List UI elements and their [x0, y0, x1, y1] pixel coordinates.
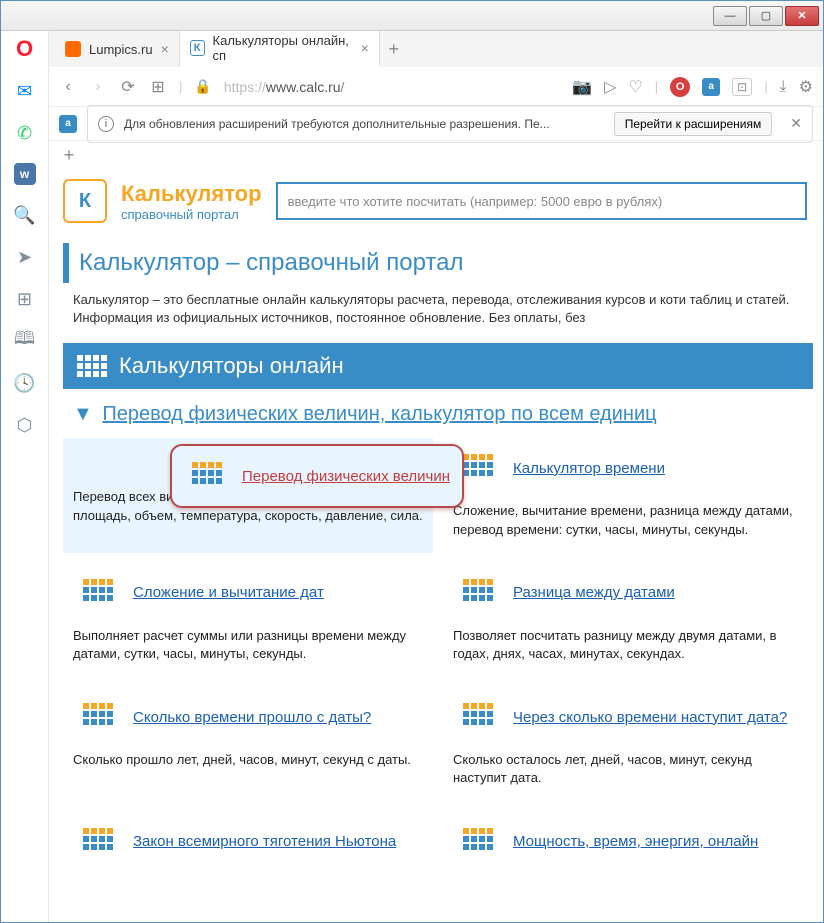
card-grid-icon [73, 571, 123, 615]
site-header: К Калькулятор справочный портал введите … [53, 173, 823, 229]
url-path: / [341, 79, 345, 95]
card: Разница между датами Позволяет посчитать … [443, 563, 813, 677]
vk-icon[interactable]: w [14, 163, 36, 185]
speed-dial-icon[interactable]: ⊞ [149, 77, 167, 97]
logo-subtitle: справочный портал [121, 207, 262, 222]
page-intro-text: Калькулятор – это бесплатные онлайн каль… [53, 291, 823, 337]
notification-text: Для обновления расширений требуются допо… [124, 117, 604, 131]
card: Закон всемирного тяготения Ньютона [63, 812, 433, 890]
tab-calc[interactable]: К Калькуляторы онлайн, сп × [180, 31, 380, 67]
lock-icon[interactable]: 🔒 [194, 78, 211, 95]
card: Сложение и вычитание дат Выполняет расчет… [63, 563, 433, 677]
bookmark-sidebar-icon[interactable]: 🕮 [13, 329, 37, 353]
highlighted-card: Перевод физических величин [170, 444, 464, 508]
info-icon: i [98, 116, 114, 132]
reload-button[interactable]: ⟳ [119, 77, 137, 97]
close-window-button[interactable]: ✕ [785, 6, 819, 26]
notification-bar: i Для обновления расширений требуются до… [87, 105, 813, 143]
notification-close-icon[interactable]: ✕ [790, 115, 802, 132]
site-logo-icon[interactable]: К [63, 179, 107, 223]
back-button[interactable]: ‹ [59, 78, 77, 96]
apps-icon[interactable]: ⊞ [13, 287, 37, 311]
downloads-icon[interactable]: ⤓ [780, 78, 787, 96]
reader-icon[interactable]: ▷ [604, 77, 616, 97]
new-tab-button[interactable]: + [380, 31, 408, 67]
logo-title: Калькулятор [121, 181, 262, 207]
snapshot-icon[interactable]: 📷 [572, 77, 592, 97]
tab-label: Калькуляторы онлайн, сп [213, 33, 353, 63]
card-link-highlighted[interactable]: Перевод физических величин [242, 468, 450, 485]
card-description: Сложение, вычитание времени, разница меж… [453, 502, 803, 538]
send-icon[interactable]: ➤ [13, 245, 37, 269]
card-link[interactable]: Сложение и вычитание дат [133, 584, 324, 601]
section-title: Калькуляторы онлайн [63, 343, 813, 389]
opera-badge-icon[interactable]: O [670, 77, 690, 97]
tab-close-icon[interactable]: × [161, 41, 169, 57]
extension-menu-icon[interactable]: ⊡ [732, 78, 752, 96]
card-link[interactable]: Разница между датами [513, 584, 675, 601]
card: Мощность, время, энергия, онлайн [443, 812, 813, 890]
subsection-heading: ▼ Перевод физических величин, калькулято… [53, 399, 823, 438]
card: Через сколько времени наступит дата? Скол… [443, 687, 813, 801]
section-label: Калькуляторы онлайн [119, 353, 344, 379]
card-grid-icon [453, 820, 503, 864]
toolbar-icons: 📷 ▷ ♡ | O a ⊡ | ⤓ ⚙ [572, 77, 813, 97]
history-icon[interactable]: 🕓 [13, 371, 37, 395]
page-content: К Калькулятор справочный портал введите … [49, 169, 823, 922]
tab-bar: Lumpics.ru × К Калькуляторы онлайн, сп ×… [49, 31, 823, 67]
messenger-icon[interactable]: ✉ [13, 79, 37, 103]
search-sidebar-icon[interactable]: 🔍 [13, 203, 37, 227]
card-grid-icon [73, 695, 123, 739]
card-grid-icon [453, 571, 503, 615]
easy-setup-icon[interactable]: ⚙ [799, 77, 813, 97]
goto-extensions-button[interactable]: Перейти к расширениям [614, 112, 773, 136]
whatsapp-icon[interactable]: ✆ [13, 121, 37, 145]
subtab-row: + [49, 141, 823, 169]
site-logo-text[interactable]: Калькулятор справочный портал [121, 181, 262, 222]
card-grid-icon [453, 695, 503, 739]
package-icon[interactable]: ⬡ [13, 413, 37, 437]
card-link[interactable]: Калькулятор времени [513, 460, 665, 477]
minimize-button[interactable]: — [713, 6, 747, 26]
address-bar[interactable]: https://www.calc.ru/ [224, 79, 560, 95]
card-link[interactable]: Сколько времени прошло с даты? [133, 709, 371, 726]
heart-icon[interactable]: ♡ [628, 77, 642, 97]
forward-button[interactable]: › [89, 78, 107, 96]
card-description: Позволяет посчитать разницу между двумя … [453, 627, 803, 663]
site-search-input[interactable]: введите что хотите посчитать (например: … [276, 182, 807, 220]
sub-toolbar: a i Для обновления расширений требуются … [49, 107, 823, 141]
browser-sidebar: O ✉ ✆ w 🔍 ➤ ⊞ 🕮 🕓 ⬡ [1, 31, 49, 922]
card-link[interactable]: Через сколько времени наступит дата? [513, 709, 787, 726]
favicon-calc: К [190, 40, 205, 56]
favicon-lumpics [65, 41, 81, 57]
maximize-button[interactable]: ▢ [749, 6, 783, 26]
url-domain: www.calc.ru [266, 79, 341, 95]
card-link[interactable]: Мощность, время, энергия, онлайн [513, 833, 758, 850]
subsection-link[interactable]: Перевод физических величин, калькулятор … [102, 403, 656, 425]
card-grid-icon [73, 820, 123, 864]
card-description: Сколько осталось лет, дней, часов, минут… [453, 751, 803, 787]
card-description: Сколько прошло лет, дней, часов, минут, … [73, 751, 423, 769]
url-protocol: https:// [224, 79, 266, 95]
card-grid-icon [182, 454, 232, 498]
card-description: Выполняет расчет суммы или разницы време… [73, 627, 423, 663]
tab-close-icon[interactable]: × [361, 40, 369, 56]
triangle-icon: ▼ [73, 403, 93, 425]
tab-lumpics[interactable]: Lumpics.ru × [55, 31, 180, 67]
window-titlebar: — ▢ ✕ [1, 1, 823, 31]
opera-logo-icon[interactable]: O [13, 37, 37, 61]
grid-icon [77, 355, 107, 377]
address-bar-row: ‹ › ⟳ ⊞ | 🔒 https://www.calc.ru/ 📷 ▷ ♡ |… [49, 67, 823, 107]
card: Калькулятор времени Сложение, вычитание в… [443, 438, 813, 552]
card: Сколько времени прошло с даты? Сколько пр… [63, 687, 433, 801]
page-title: Калькулятор – справочный портал [79, 249, 813, 277]
card-link[interactable]: Закон всемирного тяготения Ньютона [133, 833, 396, 850]
translate-ext-icon[interactable]: a [702, 78, 720, 96]
translate-mini-icon[interactable]: a [59, 115, 77, 133]
page-heading-wrap: Калькулятор – справочный портал [63, 243, 823, 283]
tab-label: Lumpics.ru [89, 42, 153, 57]
add-subtab-button[interactable]: + [59, 145, 79, 166]
